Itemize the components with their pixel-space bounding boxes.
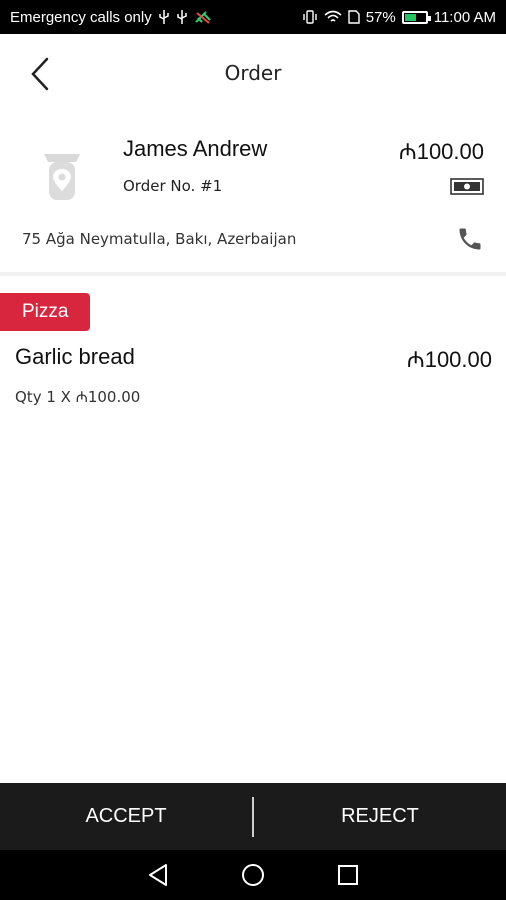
system-nav-bar xyxy=(0,850,506,900)
sim-icon xyxy=(348,10,360,24)
phone-icon[interactable] xyxy=(456,225,484,253)
delivery-address: 75 Ağa Neymatulla, Bakı, Azerbaijan xyxy=(22,230,297,248)
status-time: 11:00 AM xyxy=(433,8,496,26)
back-button[interactable] xyxy=(22,54,58,94)
store-location-icon xyxy=(44,154,80,200)
customer-name: James Andrew xyxy=(123,136,268,161)
page-title: Order xyxy=(224,61,282,85)
item-price: ₼100.00 xyxy=(406,347,492,372)
cash-icon xyxy=(450,178,484,195)
nav-back-icon[interactable] xyxy=(143,860,173,890)
order-number: Order No. #1 xyxy=(123,177,223,195)
back-arrow-icon xyxy=(31,57,49,91)
carrier-text: Emergency calls only xyxy=(10,8,152,26)
app-header: Order xyxy=(0,34,506,112)
accept-button[interactable]: ACCEPT xyxy=(0,783,252,850)
usb-icon xyxy=(176,10,188,24)
category-badge: Pizza xyxy=(0,293,91,331)
nav-home-icon[interactable] xyxy=(238,860,268,890)
usb-icon xyxy=(158,10,170,24)
item-quantity: Qty 1 X ₼100.00 xyxy=(15,388,141,406)
reject-button[interactable]: REJECT xyxy=(254,783,506,850)
item-name: Garlic bread xyxy=(15,344,135,369)
status-bar: Emergency calls only 57% 11:00 AM xyxy=(0,0,506,34)
action-bar: ACCEPT REJECT xyxy=(0,783,506,850)
status-right: 57% 11:00 AM xyxy=(302,9,496,26)
battery-level xyxy=(404,13,416,21)
nav-recents-icon[interactable] xyxy=(333,860,363,890)
no-signal-icon xyxy=(194,10,212,24)
battery-percent: 57% xyxy=(365,8,396,26)
wifi-icon xyxy=(324,10,342,24)
vibrate-icon xyxy=(302,10,318,24)
order-total: ₼100.00 xyxy=(398,139,484,164)
status-left: Emergency calls only xyxy=(10,9,212,26)
customer-card: James Andrew Order No. #1 ₼100.00 75 Ağa… xyxy=(0,112,506,276)
battery-icon xyxy=(401,10,431,24)
